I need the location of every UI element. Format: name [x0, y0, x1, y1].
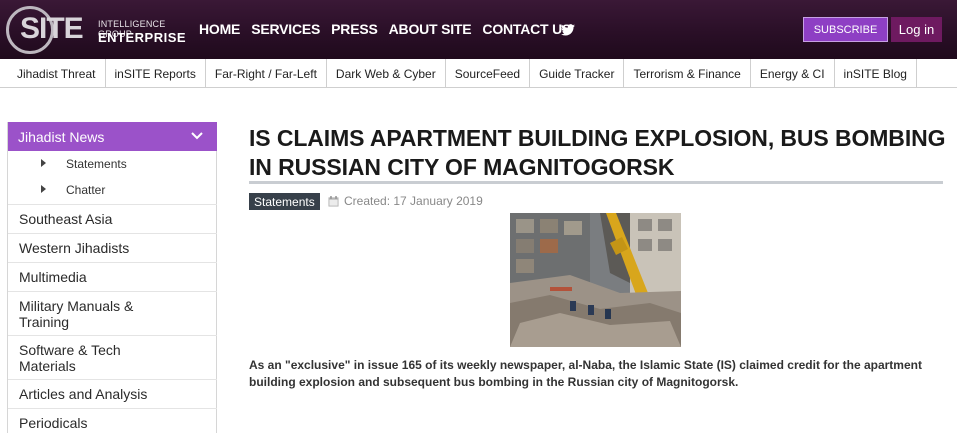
category-sourcefeed[interactable]: SourceFeed	[446, 59, 531, 88]
sidebar-item-western-jihadists[interactable]: Western Jihadists	[8, 233, 217, 262]
sidebar-item-multimedia[interactable]: Multimedia	[8, 262, 217, 291]
calendar-icon	[328, 195, 339, 207]
category-guide-tracker[interactable]: Guide Tracker	[530, 59, 625, 88]
sidebar-item-military-manuals[interactable]: Military Manuals & Training	[8, 291, 217, 335]
category-insite-reports[interactable]: inSITE Reports	[106, 59, 206, 88]
sidebar-subitem-label: Statements	[66, 157, 127, 171]
login-button[interactable]: Log in	[891, 17, 942, 42]
nav-services[interactable]: SERVICES	[251, 21, 320, 37]
caret-right-icon	[41, 159, 46, 167]
article-lede: As an "exclusive" in issue 165 of its we…	[249, 358, 922, 389]
created-date-text: Created: 17 January 2019	[344, 194, 483, 208]
sidebar-item-jihadist-news[interactable]: Jihadist News	[8, 122, 217, 151]
top-header: SITE INTELLIGENCE GROUP ENTERPRISE HOME …	[0, 0, 957, 59]
twitter-icon[interactable]	[561, 24, 575, 36]
logo-wordmark: SITE	[20, 12, 84, 45]
category-far-right-far-left[interactable]: Far-Right / Far-Left	[206, 59, 327, 88]
sidebar-subitem-chatter[interactable]: Chatter	[8, 177, 217, 203]
article-photo	[510, 213, 681, 347]
title-divider	[249, 181, 943, 184]
nav-contact-us[interactable]: CONTACT US	[482, 21, 571, 37]
caret-right-icon	[41, 185, 46, 193]
category-energy-ci[interactable]: Energy & CI	[751, 59, 835, 88]
chevron-down-icon[interactable]	[190, 129, 204, 143]
sidebar: Jihadist News Statements Chatter Southea…	[7, 122, 217, 433]
category-terrorism-finance[interactable]: Terrorism & Finance	[624, 59, 751, 88]
nav-about-site[interactable]: ABOUT SITE	[389, 21, 472, 37]
site-logo[interactable]: SITE INTELLIGENCE GROUP ENTERPRISE	[6, 4, 186, 54]
sidebar-item-software-tech[interactable]: Software & Tech Materials	[8, 335, 217, 379]
category-badge[interactable]: Statements	[249, 193, 320, 210]
sidebar-item-periodicals[interactable]: Periodicals	[8, 408, 217, 433]
sidebar-heading-label: Jihadist News	[18, 128, 105, 145]
category-jihadist-threat[interactable]: Jihadist Threat	[8, 59, 106, 88]
sidebar-item-articles-analysis[interactable]: Articles and Analysis	[8, 379, 217, 408]
article-title: IS CLAIMS APARTMENT BUILDING EXPLOSION, …	[249, 125, 946, 180]
nav-press[interactable]: PRESS	[331, 21, 378, 37]
category-nav: Jihadist Threat inSITE Reports Far-Right…	[0, 59, 957, 88]
sidebar-subitem-label: Chatter	[66, 183, 106, 197]
main-nav: HOME SERVICES PRESS ABOUT SITE CONTACT U…	[199, 21, 582, 37]
logo-edition: ENTERPRISE	[98, 30, 187, 45]
subscribe-button[interactable]: SUBSCRIBE	[803, 17, 888, 42]
sidebar-item-southeast-asia[interactable]: Southeast Asia	[8, 204, 217, 233]
category-insite-blog[interactable]: inSITE Blog	[835, 59, 917, 88]
nav-home[interactable]: HOME	[199, 21, 240, 37]
sidebar-subitem-statements[interactable]: Statements	[8, 151, 217, 177]
category-dark-web-cyber[interactable]: Dark Web & Cyber	[327, 59, 446, 88]
created-date: Created: 17 January 2019	[328, 194, 483, 208]
